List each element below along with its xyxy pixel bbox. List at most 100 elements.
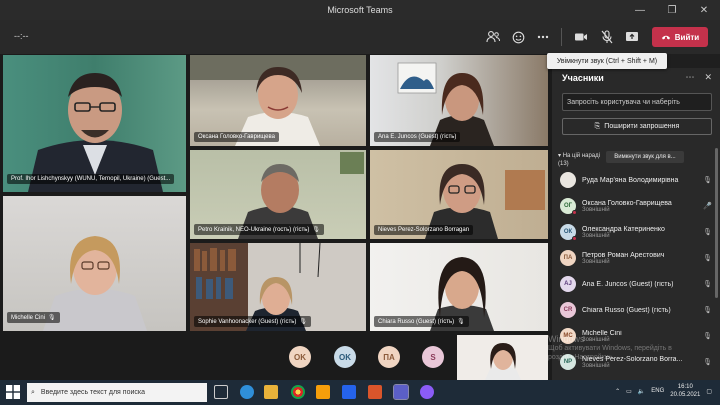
mic-off-icon[interactable]: 🎙 xyxy=(698,176,712,184)
app-icon[interactable] xyxy=(420,385,434,399)
mic-off-icon[interactable]: 🎙 xyxy=(698,254,712,262)
participants-icon[interactable] xyxy=(482,26,504,48)
share-screen-icon[interactable] xyxy=(621,26,643,48)
share-icon: ⎘ xyxy=(594,122,601,130)
participant-row[interactable]: ОК Олександра Катериненко Зовнішній 🎙 xyxy=(560,219,712,245)
network-icon[interactable]: ⌃ xyxy=(615,388,620,395)
avatar: ПА xyxy=(560,250,576,266)
avatar: AJ xyxy=(560,276,576,292)
mute-all-button[interactable]: Вимкнути звук для в... xyxy=(606,151,684,163)
mute-tooltip: Увімкнути звук (Ctrl + Shift + M) xyxy=(547,53,667,69)
share-label: Поширити запрошення xyxy=(604,123,680,130)
participant-name: Петров Роман Арестович xyxy=(582,251,665,259)
teams-icon[interactable] xyxy=(393,384,409,400)
invite-placeholder: Запросіть користувача чи наберіть xyxy=(567,98,680,106)
participant-name: Руда Мар'яна Володимирівна xyxy=(582,176,679,184)
mic-off-icon[interactable]: 🎙 xyxy=(698,306,712,314)
maximize-button[interactable]: ❐ xyxy=(656,0,688,20)
mic-off-icon: 🎙 xyxy=(299,319,307,325)
tile-name-label: Petro Krainik, NEO-Ukraine (гость) (гіст… xyxy=(194,224,324,235)
teams-window: Microsoft Teams — ❐ ✕ --:-- Вийти Увімкн… xyxy=(0,0,720,405)
language-indicator[interactable]: ENG xyxy=(651,388,664,394)
camera-icon[interactable] xyxy=(570,26,592,48)
more-options-icon[interactable] xyxy=(532,26,554,48)
mic-off-icon: 🎙 xyxy=(312,227,320,233)
self-view-video[interactable] xyxy=(457,335,548,380)
title-bar: Microsoft Teams — ❐ ✕ xyxy=(0,0,720,20)
mic-muted-icon[interactable] xyxy=(596,26,618,48)
section-header[interactable]: ▾ На цій нараді (13) xyxy=(558,152,608,168)
edge-icon[interactable] xyxy=(240,385,254,399)
status-dot xyxy=(572,236,577,241)
reactions-icon[interactable] xyxy=(507,26,529,48)
participant-video xyxy=(28,73,163,192)
powerpoint-icon[interactable] xyxy=(368,385,382,399)
avatar: CR xyxy=(560,302,576,318)
tile-name-label: Оксана Головко-Гаврищева xyxy=(194,132,279,142)
avatar: ОК xyxy=(560,224,577,241)
avatar: ОГ xyxy=(560,198,577,215)
video-tile[interactable]: Оксана Головко-Гаврищева xyxy=(190,55,366,146)
tile-name-label: Prof. Ihor Lishchynskyy (WUNU, Ternopil,… xyxy=(7,174,175,184)
mic-off-icon[interactable]: 🎙 xyxy=(698,228,712,236)
participant-video xyxy=(485,343,521,380)
participant-name: Оксана Головко-Гаврищева xyxy=(582,199,672,207)
participant-row[interactable]: CR Chiara Russo (Guest) (гість) 🎙 xyxy=(560,297,712,323)
minimize-button[interactable]: — xyxy=(624,0,656,20)
overflow-avatar[interactable]: ПА xyxy=(378,346,400,368)
overflow-avatar[interactable]: OK xyxy=(289,346,311,368)
toolbar-divider xyxy=(561,28,562,46)
avatar xyxy=(560,172,576,188)
panel-title: Учасники xyxy=(562,73,604,83)
mic-off-icon[interactable]: 🎙 xyxy=(698,280,712,288)
participant-video xyxy=(43,236,147,331)
tile-name-label: Nieves Perez-Solorzano Borragan xyxy=(374,225,474,235)
tile-name-label: Sophie Vanhoonacker (Guest) (гість) 🎙 xyxy=(194,316,311,327)
taskbar-search-input[interactable]: ⌕ Введите здесь текст для поиска xyxy=(27,383,207,402)
video-tile[interactable]: Michelle Cini 🎙 xyxy=(3,196,186,331)
video-stage: Prof. Ihor Lishchynskyy (WUNU, Ternopil,… xyxy=(0,54,552,380)
word-icon[interactable] xyxy=(342,385,356,399)
participant-row[interactable]: AJ Ana E. Juncos (Guest) (гість) 🎙 xyxy=(560,271,712,297)
window-controls: — ❐ ✕ xyxy=(624,0,720,20)
participant-row[interactable]: ОГ Оксана Головко-Гаврищева Зовнішній 🎤 xyxy=(560,193,712,219)
participant-row[interactable]: ПА Петров Роман Арестович Зовнішній 🎙 xyxy=(560,245,712,271)
video-tile[interactable]: Chiara Russo (Guest) (гість) 🎙 xyxy=(370,243,548,331)
participant-name: Ana E. Juncos (Guest) (гість) xyxy=(582,280,674,288)
overflow-avatar[interactable]: OK xyxy=(334,346,356,368)
close-panel-icon[interactable]: ✕ xyxy=(704,72,712,83)
call-toolbar: --:-- Вийти xyxy=(0,20,720,54)
folder-icon[interactable] xyxy=(316,385,330,399)
video-tile[interactable]: Petro Krainik, NEO-Ukraine (гость) (гіст… xyxy=(190,150,366,239)
participant-sub: Зовнішній xyxy=(582,362,610,369)
video-tile[interactable]: Prof. Ihor Lishchynskyy (WUNU, Ternopil,… xyxy=(3,55,186,192)
leave-button[interactable]: Вийти xyxy=(652,27,708,47)
invite-input[interactable]: Запросіть користувача чи наберіть xyxy=(562,93,712,111)
chrome-icon[interactable] xyxy=(291,385,305,399)
video-tile[interactable]: Nieves Perez-Solorzano Borragan xyxy=(370,150,548,239)
participant-row[interactable]: Руда Мар'яна Володимирівна 🎙 xyxy=(560,167,712,193)
windows-start-icon[interactable] xyxy=(6,385,20,399)
search-placeholder: Введите здесь текст для поиска xyxy=(40,389,145,396)
task-view-icon[interactable] xyxy=(214,385,228,399)
volume-icon[interactable]: 🔈 xyxy=(638,388,645,395)
search-icon: ⌕ xyxy=(31,388,35,396)
popout-icon[interactable]: ⋯ xyxy=(685,72,694,83)
video-tile[interactable]: Sophie Vanhoonacker (Guest) (гість) 🎙 xyxy=(190,243,366,331)
battery-icon[interactable]: ▭ xyxy=(626,388,632,395)
mic-icon[interactable]: 🎤 xyxy=(698,202,712,210)
tile-name-label: Michelle Cini 🎙 xyxy=(7,312,60,323)
video-tile[interactable]: Ana E. Juncos (Guest) (гість) xyxy=(370,55,548,146)
panel-scrollbar[interactable] xyxy=(715,148,718,298)
notification-icon[interactable]: ▢ xyxy=(706,388,712,395)
activation-watermark: Windows Щоб активувати Windows, перейдіт… xyxy=(548,334,672,362)
clock[interactable]: 16:10 20.05.2021 xyxy=(670,383,700,399)
file-explorer-icon[interactable] xyxy=(264,385,278,399)
share-invite-button[interactable]: ⎘ Поширити запрошення xyxy=(562,118,712,135)
overflow-avatar[interactable]: S xyxy=(422,346,444,368)
tile-name-label: Ana E. Juncos (Guest) (гість) xyxy=(374,132,461,142)
panel-header-icons: ⋯ ✕ xyxy=(685,72,712,83)
participant-sub: Зовнішній xyxy=(582,232,610,239)
mic-off-icon: 🎙 xyxy=(457,319,465,325)
close-window-button[interactable]: ✕ xyxy=(688,0,720,20)
